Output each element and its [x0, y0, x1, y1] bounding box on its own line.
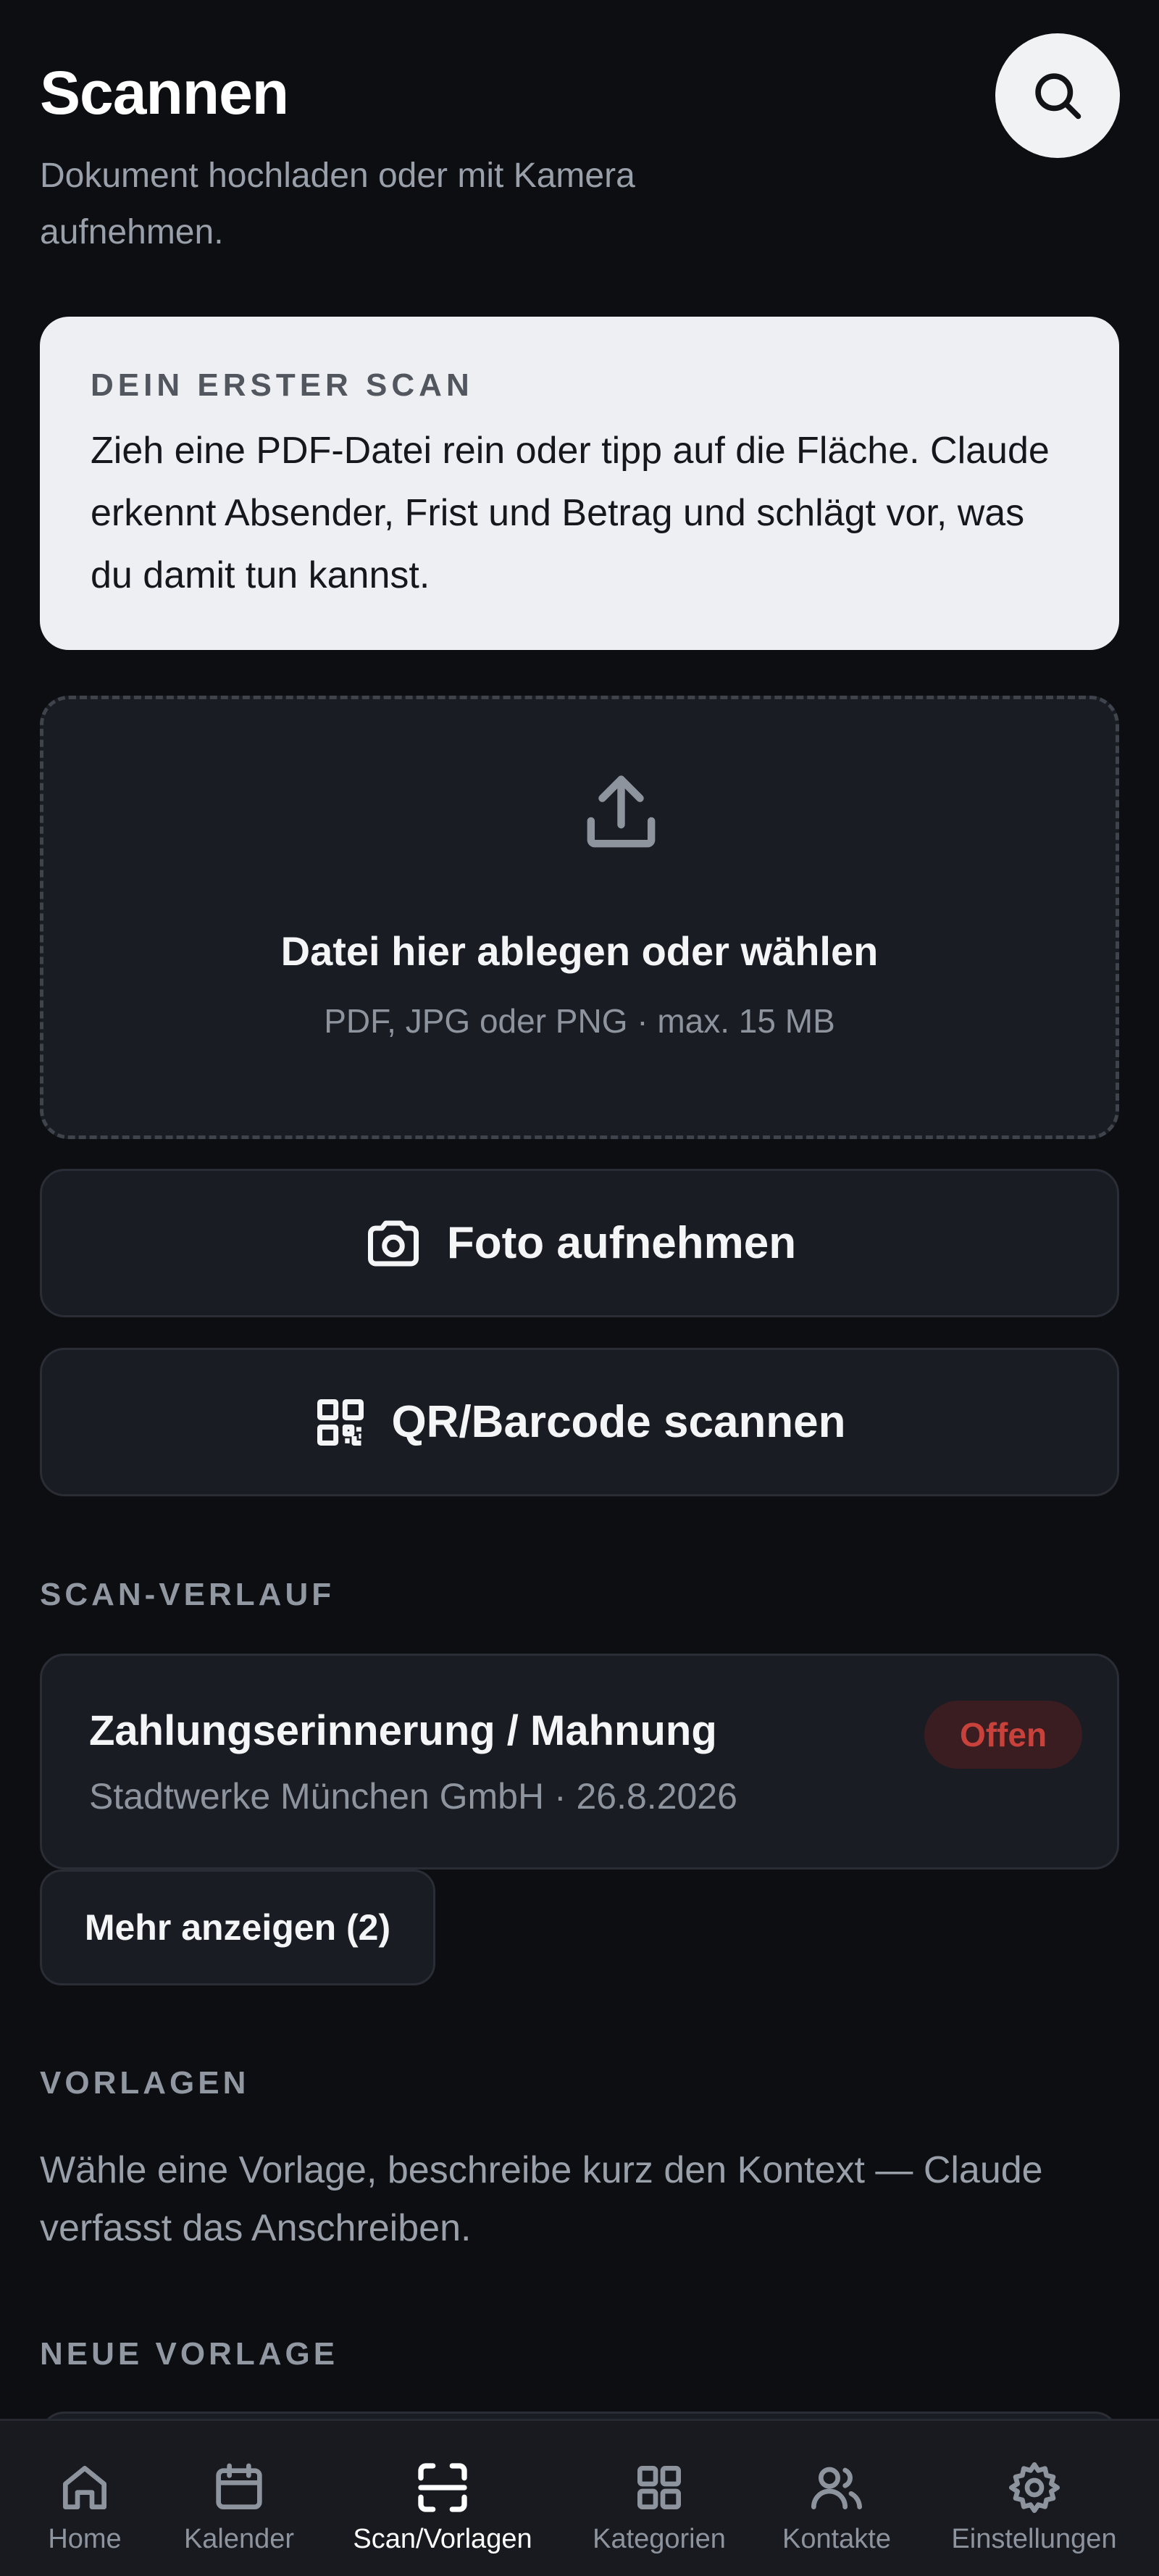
contacts-icon	[811, 2467, 862, 2509]
history-item-meta: Stadtwerke München GmbH · 26.8.2026	[89, 1776, 737, 1817]
scan-qr-button[interactable]: QR/Barcode scannen	[40, 1348, 1119, 1496]
onboarding-eyebrow: DEIN ERSTER SCAN	[91, 367, 474, 403]
upload-dropzone[interactable]: Datei hier ablegen oder wählen PDF, JPG …	[40, 696, 1119, 1139]
dropzone-title: Datei hier ablegen oder wählen	[280, 928, 879, 974]
grid-icon	[637, 2466, 681, 2509]
tab-categories-label: Kategorien	[593, 2524, 726, 2554]
tab-home[interactable]: Home	[34, 2421, 135, 2576]
tab-settings-label: Einstellungen	[951, 2524, 1117, 2554]
tab-categories[interactable]: Kategorien	[580, 2421, 739, 2576]
scan-qr-label: QR/Barcode scannen	[391, 1397, 846, 1447]
page-title: Scannen	[40, 59, 289, 127]
show-more-button[interactable]: Mehr anzeigen (2)	[40, 1870, 435, 1985]
tab-settings[interactable]: Einstellungen	[942, 2421, 1126, 2576]
calendar-icon	[216, 2463, 262, 2509]
page-subtitle: Dokument hochladen oder mit Kamera aufne…	[40, 157, 635, 251]
templates-description: Wähle eine Vorlage, beschreibe kurz den …	[40, 2149, 1043, 2249]
new-template-heading: NEUE VORLAGE	[40, 2336, 339, 2372]
search-icon	[1035, 73, 1081, 120]
tab-contacts-label: Kontakte	[782, 2524, 891, 2554]
scan-history-heading: SCAN-VERLAUF	[40, 1577, 335, 1612]
templates-heading: VORLAGEN	[40, 2065, 250, 2101]
tab-contacts[interactable]: Kontakte	[771, 2421, 902, 2576]
history-item-title: Zahlungserinnerung / Mahnung	[89, 1707, 717, 1754]
tab-scan-templates[interactable]: Scan/Vorlagen	[340, 2421, 545, 2576]
tab-calendar[interactable]: Kalender	[174, 2421, 304, 2576]
home-icon	[63, 2466, 107, 2509]
tab-home-label: Home	[48, 2524, 122, 2554]
onboarding-card: DEIN ERSTER SCAN Zieh eine PDF-Datei rei…	[40, 317, 1119, 650]
tab-scan-templates-label: Scan/Vorlagen	[353, 2524, 532, 2554]
bottom-tab-bar: Home Kalender Scan/Vorlagen Kategorien K…	[0, 2419, 1159, 2576]
settings-icon	[1008, 2462, 1060, 2513]
history-item[interactable]: Zahlungserinnerung / Mahnung Stadtwerke …	[40, 1654, 1119, 1870]
scan-icon	[418, 2463, 467, 2512]
tab-calendar-label: Kalender	[183, 2524, 295, 2554]
camera-icon	[367, 1220, 419, 1266]
dropzone-hint: PDF, JPG oder PNG · max. 15 MB	[324, 1002, 835, 1040]
take-photo-label: Foto aufnehmen	[446, 1218, 797, 1268]
status-badge: Offen	[924, 1701, 1082, 1769]
onboarding-text: Zieh eine PDF-Datei rein oder tipp auf d…	[91, 430, 1050, 596]
search-button[interactable]	[995, 33, 1120, 158]
take-photo-button[interactable]: Foto aufnehmen	[40, 1169, 1119, 1317]
qr-code-icon	[317, 1399, 364, 1446]
upload-icon	[587, 775, 656, 848]
